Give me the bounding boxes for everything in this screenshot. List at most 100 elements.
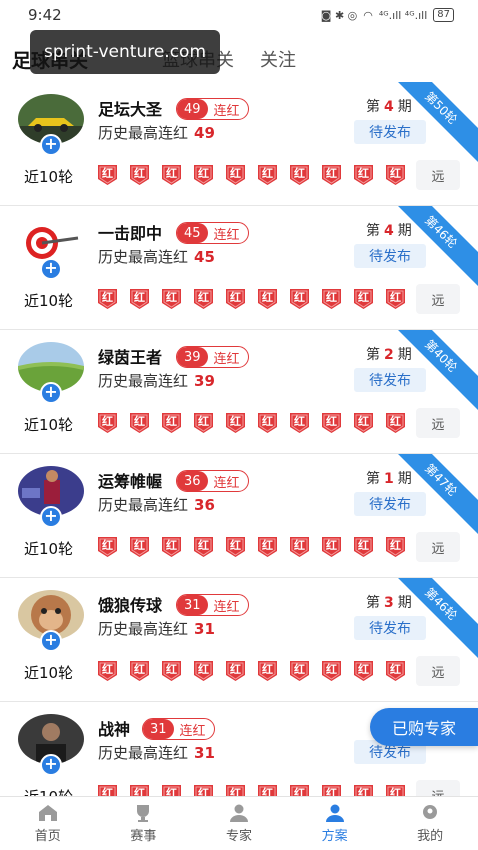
- result-red-text: 红: [166, 291, 177, 304]
- period-info: 第2期: [366, 344, 412, 364]
- result-red-badge: 红: [384, 162, 407, 186]
- far-button[interactable]: 远: [416, 532, 460, 562]
- result-red-text: 红: [134, 167, 145, 180]
- result-red-badge: 红: [224, 162, 247, 186]
- result-red-text: 红: [294, 539, 305, 552]
- result-red-text: 红: [230, 663, 241, 676]
- expert-card[interactable]: + 运筹帷幄 36 连红 历史最高连红 36 第 1 期待发布 第47轮 近10轮红红红红红红红红红…: [0, 454, 478, 578]
- status-time: 9:42: [28, 6, 62, 24]
- result-red-badge: 红: [256, 286, 279, 310]
- result-red-badge: 红: [384, 410, 407, 434]
- current-streak-badge: 39 连红: [176, 346, 249, 368]
- period-suffix: 期: [397, 99, 412, 115]
- period-prefix: 第: [366, 471, 380, 487]
- result-red-badge: 红: [160, 658, 183, 682]
- nav-profile-label: 我的: [417, 829, 444, 844]
- best-streak-value: 45: [194, 248, 215, 266]
- nav-experts[interactable]: 专家: [191, 797, 287, 850]
- best-streak-label: 历史最高连红: [98, 496, 189, 514]
- result-red-badge: 红: [96, 534, 119, 558]
- recent-rounds-label: 近10轮: [24, 292, 74, 310]
- follow-plus-icon[interactable]: +: [40, 630, 62, 652]
- best-streak-label: 历史最高连红: [98, 744, 189, 762]
- period-number: 4: [384, 99, 394, 115]
- period-prefix: 第: [366, 595, 380, 611]
- result-red-badge: 红: [352, 162, 375, 186]
- far-button[interactable]: 远: [416, 408, 460, 438]
- result-red-badge: 红: [224, 658, 247, 682]
- period-prefix: 第: [366, 223, 380, 239]
- best-streak: 历史最高连红 39: [98, 370, 215, 391]
- expert-card[interactable]: + 足坛大圣 49 连红 历史最高连红 49 第 4 期待发布 第50轮 近10轮红红红红红红红红红…: [0, 82, 478, 206]
- result-red-text: 红: [134, 415, 145, 428]
- follow-plus-icon[interactable]: +: [40, 258, 62, 280]
- result-red-text: 红: [294, 415, 305, 428]
- notification-icons: ◙ ✱ ◎: [320, 8, 358, 22]
- recent-results: 红红红红红红红红红红: [96, 286, 407, 310]
- result-red-text: 红: [102, 167, 113, 180]
- result-red-text: 红: [166, 167, 177, 180]
- nav-plans-label: 方案: [321, 829, 348, 844]
- result-red-text: 红: [198, 539, 209, 552]
- result-red-badge: 红: [288, 658, 311, 682]
- nav-home[interactable]: 首页: [0, 797, 96, 850]
- expert-card[interactable]: + 饿狼传球 31 连红 历史最高连红 31 第 3 期待发布 第46轮 近10轮红红红红红红红红红…: [0, 578, 478, 702]
- best-streak-value: 36: [194, 496, 215, 514]
- result-red-badge: 红: [320, 658, 343, 682]
- tab-follow[interactable]: 关注: [260, 46, 296, 72]
- result-red-badge: 红: [192, 658, 215, 682]
- expert-card[interactable]: + 一击即中 45 连红 历史最高连红 45 第 4 期待发布 第46轮 近10轮红红红红红红红红红…: [0, 206, 478, 330]
- recent-rounds-label: 近10轮: [24, 416, 74, 434]
- recent-results: 红红红红红红红红红红: [96, 534, 407, 558]
- nav-profile[interactable]: 我的: [382, 797, 478, 850]
- result-red-text: 红: [326, 539, 337, 552]
- result-red-badge: 红: [128, 410, 151, 434]
- pending-status[interactable]: 待发布: [354, 368, 426, 392]
- result-red-text: 红: [198, 291, 209, 304]
- result-red-badge: 红: [320, 162, 343, 186]
- pending-status[interactable]: 待发布: [354, 492, 426, 516]
- far-button[interactable]: 远: [416, 656, 460, 686]
- result-red-text: 红: [294, 291, 305, 304]
- current-streak-badge: 31 连红: [176, 594, 249, 616]
- home-icon: [38, 805, 57, 821]
- expert-icon: [229, 804, 248, 822]
- result-red-badge: 红: [128, 658, 151, 682]
- nav-matches[interactable]: 赛事: [96, 797, 192, 850]
- result-red-text: 红: [262, 415, 273, 428]
- result-red-text: 红: [230, 415, 241, 428]
- period-info: 第3期: [366, 592, 412, 612]
- far-button[interactable]: 远: [416, 160, 460, 190]
- period-suffix: 期: [397, 223, 412, 239]
- recent-rounds-label: 近10轮: [24, 168, 74, 186]
- result-red-badge: 红: [224, 410, 247, 434]
- follow-plus-icon[interactable]: +: [40, 754, 62, 776]
- pending-status[interactable]: 待发布: [354, 120, 426, 144]
- expert-card[interactable]: + 绿茵王者 39 连红 历史最高连红 39 第 2 期待发布 第40轮 近10轮红红红红红红红红红…: [0, 330, 478, 454]
- result-red-badge: 红: [288, 534, 311, 558]
- result-red-badge: 红: [320, 534, 343, 558]
- nav-plans[interactable]: 方案: [287, 797, 383, 850]
- result-red-badge: 红: [256, 162, 279, 186]
- period-number: 4: [384, 223, 394, 239]
- profile-icon: [423, 805, 438, 819]
- result-red-text: 红: [390, 415, 401, 428]
- result-red-badge: 红: [384, 534, 407, 558]
- best-streak: 历史最高连红 45: [98, 246, 215, 267]
- result-red-text: 红: [390, 539, 401, 552]
- result-red-text: 红: [198, 167, 209, 180]
- result-red-badge: 红: [192, 410, 215, 434]
- far-button[interactable]: 远: [416, 284, 460, 314]
- follow-plus-icon[interactable]: +: [40, 382, 62, 404]
- purchased-experts-button[interactable]: 已购专家: [370, 708, 478, 746]
- follow-plus-icon[interactable]: +: [40, 506, 62, 528]
- best-streak-label: 历史最高连红: [98, 248, 189, 266]
- pending-status[interactable]: 待发布: [354, 616, 426, 640]
- streak-number: 31: [143, 719, 174, 739]
- signal-icon: ⁴ᴳ.ıll ⁴ᴳ.ıll: [378, 8, 428, 22]
- period-suffix: 期: [397, 471, 412, 487]
- follow-plus-icon[interactable]: +: [40, 134, 62, 156]
- result-red-text: 红: [326, 415, 337, 428]
- pending-status[interactable]: 待发布: [354, 244, 426, 268]
- result-red-text: 红: [390, 291, 401, 304]
